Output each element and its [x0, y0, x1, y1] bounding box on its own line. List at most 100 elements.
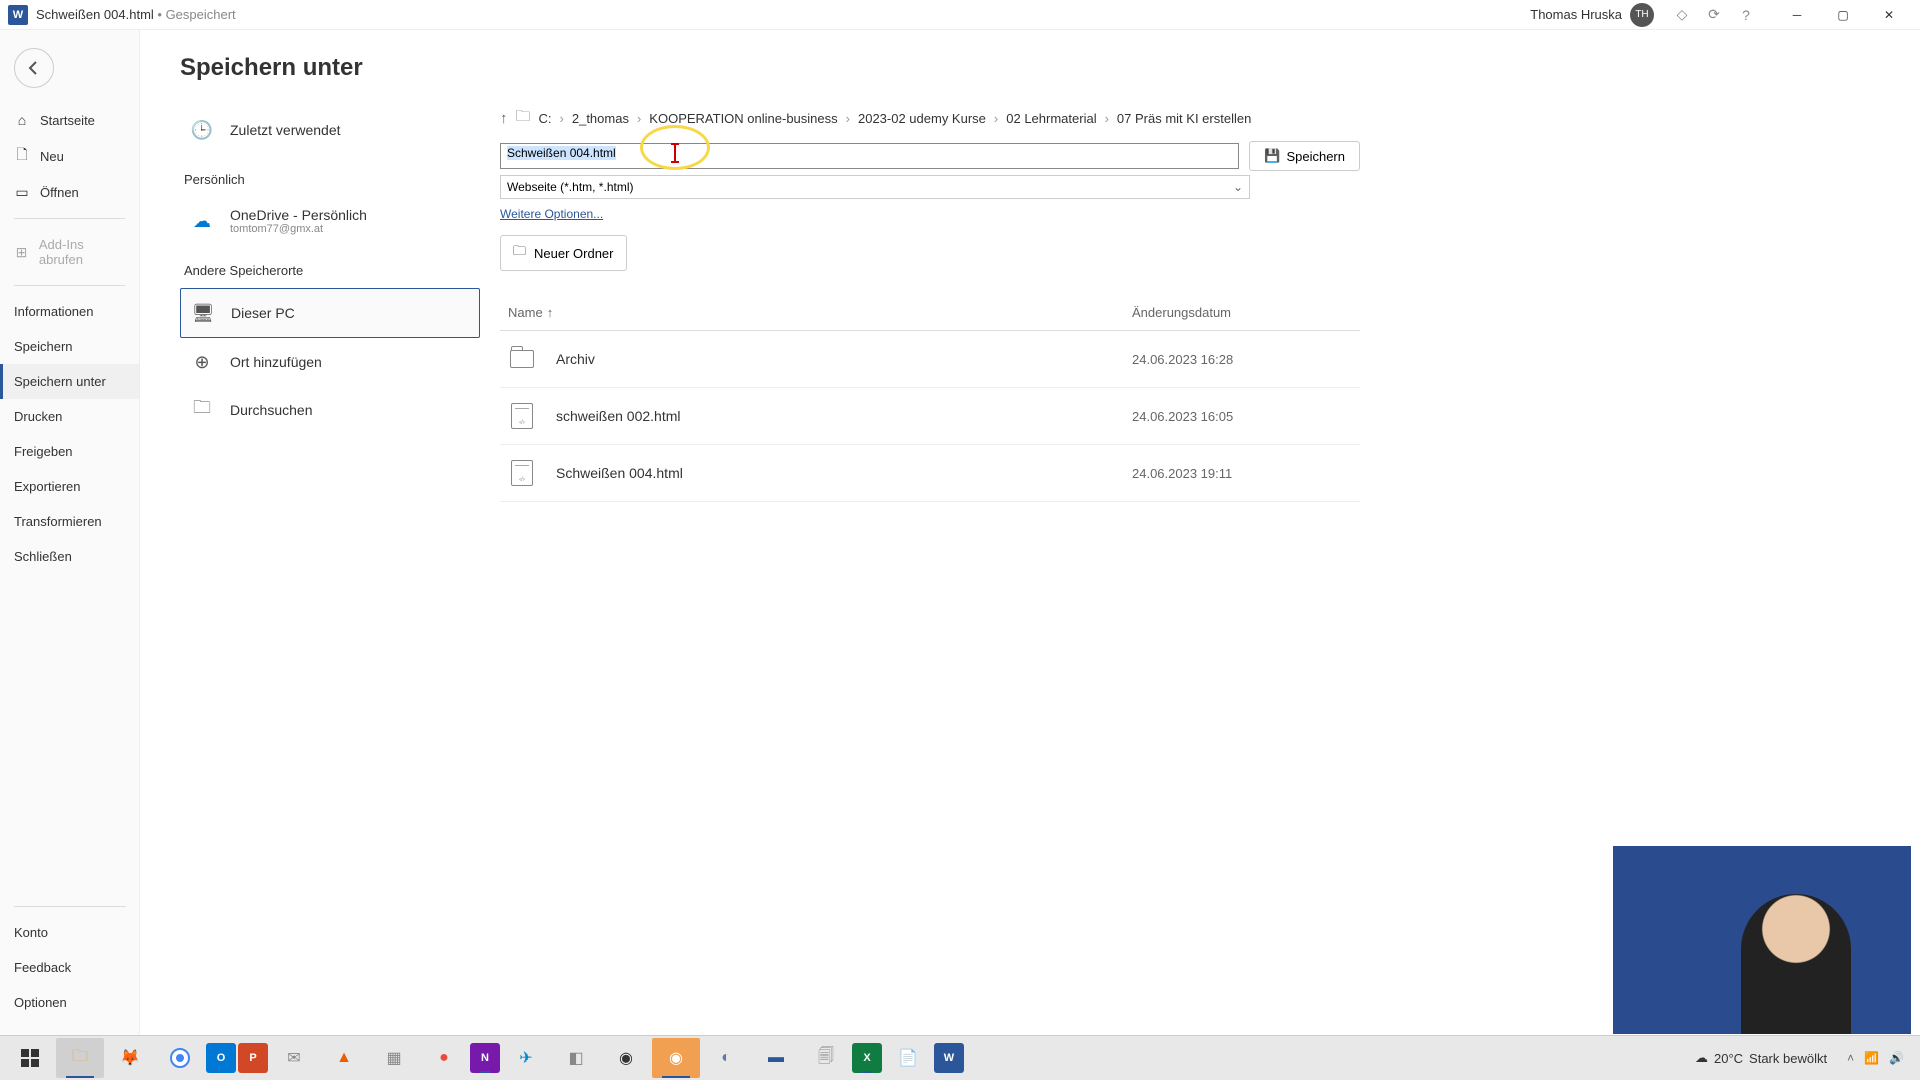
taskbar-app-6[interactable]: ◉ — [652, 1038, 700, 1078]
location-onedrive[interactable]: ☁ OneDrive - Persönlich tomtom77@gmx.at — [180, 197, 480, 245]
open-icon: ▭ — [14, 184, 30, 200]
weather-widget[interactable]: ☁ 20°C Stark bewölkt — [1695, 1050, 1827, 1066]
nav-speichern[interactable]: Speichern — [0, 329, 139, 364]
nav-drucken[interactable]: Drucken — [0, 399, 139, 434]
text-cursor — [674, 145, 676, 161]
taskbar-app-7[interactable]: ◐ — [702, 1038, 750, 1078]
word-app-icon: W — [8, 5, 28, 25]
nav-addins[interactable]: ⊞Add-Ins abrufen — [0, 227, 139, 277]
filetype-select[interactable]: Webseite (*.htm, *.html) ⌄ — [500, 175, 1250, 199]
titlebar: W Schweißen 004.html • Gespeichert Thoma… — [0, 0, 1920, 30]
folder-glyph-icon — [508, 347, 536, 371]
file-row[interactable]: Archiv 24.06.2023 16:28 — [500, 331, 1360, 388]
taskbar-powerpoint[interactable]: P — [238, 1043, 268, 1073]
taskbar-outlook[interactable]: O — [206, 1043, 236, 1073]
new-folder-icon: 🗀 — [513, 242, 526, 264]
location-addplace[interactable]: ⊕ Ort hinzufügen — [180, 338, 480, 386]
nav-feedback[interactable]: Feedback — [0, 950, 140, 985]
taskbar-onenote[interactable]: N — [470, 1043, 500, 1073]
taskbar: 🗀 🦊 O P ✉ ▲ ▦ ● N ✈ ◧ ◉ ◉ ◐ ▬ 🗐 X 📄 W ☁ … — [0, 1035, 1920, 1080]
crumb-3[interactable]: 2023-02 udemy Kurse — [858, 111, 986, 126]
file-row[interactable]: ‹/› Schweißen 004.html 24.06.2023 19:11 — [500, 445, 1360, 502]
location-thispc[interactable]: 🖥 Dieser PC — [180, 288, 480, 338]
home-icon: ⌂ — [14, 112, 30, 128]
file-row[interactable]: ‹/› schweißen 002.html 24.06.2023 16:05 — [500, 388, 1360, 445]
start-button[interactable] — [6, 1038, 54, 1078]
system-tray[interactable]: ˄ 📶 🔊 — [1847, 1051, 1904, 1065]
save-button[interactable]: 💾 Speichern — [1249, 141, 1360, 171]
filename-input[interactable]: Schweißen 004.html — [500, 143, 1239, 169]
user-name: Thomas Hruska — [1530, 7, 1622, 22]
taskbar-vlc[interactable]: ▲ — [320, 1038, 368, 1078]
nav-transformieren[interactable]: Transformieren — [0, 504, 139, 539]
file-list-header: Name ↑ Änderungsdatum — [500, 295, 1360, 331]
tray-volume-icon[interactable]: 🔊 — [1889, 1051, 1904, 1065]
page-title: Speichern unter — [180, 54, 1920, 82]
nav-konto[interactable]: Konto — [0, 915, 140, 950]
chevron-down-icon: ⌄ — [1233, 180, 1243, 194]
taskbar-app-4[interactable]: ◧ — [552, 1038, 600, 1078]
taskbar-explorer[interactable]: 🗀 — [56, 1038, 104, 1078]
back-button[interactable] — [14, 48, 54, 88]
taskbar-app-8[interactable]: ▬ — [752, 1038, 800, 1078]
taskbar-notepad[interactable]: 📄 — [884, 1038, 932, 1078]
crumb-4[interactable]: 02 Lehrmaterial — [1006, 111, 1096, 126]
taskbar-app-9[interactable]: 🗐 — [802, 1038, 850, 1078]
file-area: ↑ 🗀 C:› 2_thomas› KOOPERATION online-bus… — [500, 106, 1400, 502]
cloud-icon: ☁ — [188, 207, 216, 235]
nav-speichern-unter[interactable]: Speichern unter — [0, 364, 139, 399]
crumb-1[interactable]: 2_thomas — [572, 111, 629, 126]
taskbar-app-1[interactable]: ✉ — [270, 1038, 318, 1078]
nav-startseite[interactable]: ⌂Startseite — [0, 102, 139, 138]
section-other: Andere Speicherorte — [184, 263, 480, 278]
help-icon[interactable]: ? — [1734, 3, 1758, 27]
webcam-overlay — [1612, 845, 1912, 1035]
tray-network-icon[interactable]: 📶 — [1864, 1051, 1879, 1065]
locations-panel: 🕒 Zuletzt verwendet Persönlich ☁ OneDriv… — [180, 106, 500, 502]
sort-asc-icon: ↑ — [547, 305, 554, 320]
backstage-nav: ⌂Startseite 🗋Neu ▭Öffnen ⊞Add-Ins abrufe… — [0, 30, 140, 1035]
pc-icon: 🖥 — [189, 299, 217, 327]
browse-icon: 🗀 — [188, 396, 216, 424]
crumb-5[interactable]: 07 Präs mit KI erstellen — [1117, 111, 1251, 126]
more-options-link[interactable]: Weitere Optionen... — [500, 207, 603, 221]
nav-freigeben[interactable]: Freigeben — [0, 434, 139, 469]
user-avatar[interactable]: TH — [1630, 3, 1654, 27]
crumb-0[interactable]: C: — [539, 111, 552, 126]
html-file-icon: ‹/› — [508, 461, 536, 485]
taskbar-firefox[interactable]: 🦊 — [106, 1038, 154, 1078]
html-file-icon: ‹/› — [508, 404, 536, 428]
taskbar-app-5[interactable]: ◉ — [602, 1038, 650, 1078]
weather-icon: ☁ — [1695, 1050, 1708, 1066]
nav-neu[interactable]: 🗋Neu — [0, 138, 139, 174]
taskbar-word[interactable]: W — [934, 1043, 964, 1073]
new-icon: 🗋 — [14, 148, 30, 164]
close-button[interactable]: ✕ — [1866, 0, 1912, 30]
addins-icon: ⊞ — [14, 244, 29, 260]
maximize-button[interactable]: ▢ — [1820, 0, 1866, 30]
folder-icon[interactable]: 🗀 — [516, 106, 531, 131]
diamond-icon[interactable]: ◇ — [1670, 3, 1694, 27]
column-date[interactable]: Änderungsdatum — [1132, 305, 1352, 320]
up-icon[interactable]: ↑ — [500, 110, 508, 127]
location-browse[interactable]: 🗀 Durchsuchen — [180, 386, 480, 434]
new-folder-button[interactable]: 🗀 Neuer Ordner — [500, 235, 627, 271]
taskbar-excel[interactable]: X — [852, 1043, 882, 1073]
section-personal: Persönlich — [184, 172, 480, 187]
nav-exportieren[interactable]: Exportieren — [0, 469, 139, 504]
taskbar-app-3[interactable]: ● — [420, 1038, 468, 1078]
tray-chevron-icon[interactable]: ˄ — [1847, 1051, 1854, 1065]
minimize-button[interactable]: ─ — [1774, 0, 1820, 30]
taskbar-app-2[interactable]: ▦ — [370, 1038, 418, 1078]
nav-schliessen[interactable]: Schließen — [0, 539, 139, 574]
location-recent[interactable]: 🕒 Zuletzt verwendet — [180, 106, 480, 154]
nav-optionen[interactable]: Optionen — [0, 985, 140, 1020]
nav-informationen[interactable]: Informationen — [0, 294, 139, 329]
column-name[interactable]: Name ↑ — [508, 305, 1132, 320]
taskbar-chrome[interactable] — [156, 1038, 204, 1078]
nav-oeffnen[interactable]: ▭Öffnen — [0, 174, 139, 210]
sync-icon[interactable]: ⟳ — [1702, 3, 1726, 27]
taskbar-telegram[interactable]: ✈ — [502, 1038, 550, 1078]
document-title: Schweißen 004.html — [36, 7, 154, 22]
crumb-2[interactable]: KOOPERATION online-business — [649, 111, 837, 126]
